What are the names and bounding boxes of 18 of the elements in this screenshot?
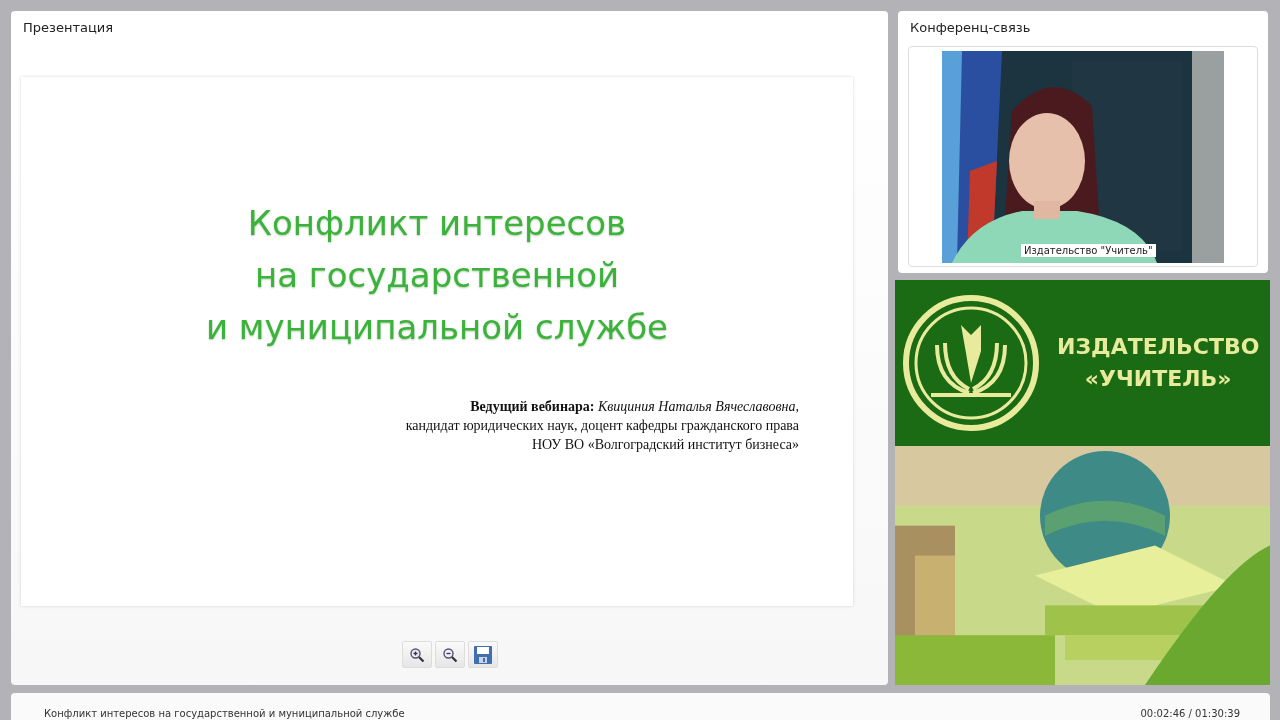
slide-title: Конфликт интересов: [246, 202, 628, 245]
zoom-in-icon: [408, 646, 425, 663]
save-button[interactable]: [467, 641, 498, 668]
presenter-info: НОУ ВО «Волгоградский институт бизнеса»: [530, 436, 799, 454]
book-emblem-icon: [901, 293, 1041, 433]
slide-title: и муниципальной службе: [204, 306, 670, 349]
publisher-name: «УЧИТЕЛЬ»: [1083, 365, 1233, 393]
panel-title: Презентация: [22, 19, 115, 37]
zoom-out-icon: [441, 646, 458, 663]
zoom-out-button[interactable]: [434, 641, 465, 668]
presenter-line: Ведущий вебинара: Квициния Наталья Вячеславовна,: [469, 398, 799, 416]
presenter-info: кандидат юридических наук, доцент кафедры гражданского права: [404, 417, 799, 435]
playback-time: 00:02:46 / 01:30:39: [1140, 707, 1240, 720]
publisher-name: ИЗДАТЕЛЬСТВО: [1057, 333, 1260, 361]
slide-title: на государственной: [253, 254, 621, 297]
panel-title: Конференц-связь: [909, 19, 1032, 37]
zoom-in-button[interactable]: [401, 641, 432, 668]
webinar-title: Конфликт интересов на государственной и муниципальной службе: [44, 707, 405, 720]
